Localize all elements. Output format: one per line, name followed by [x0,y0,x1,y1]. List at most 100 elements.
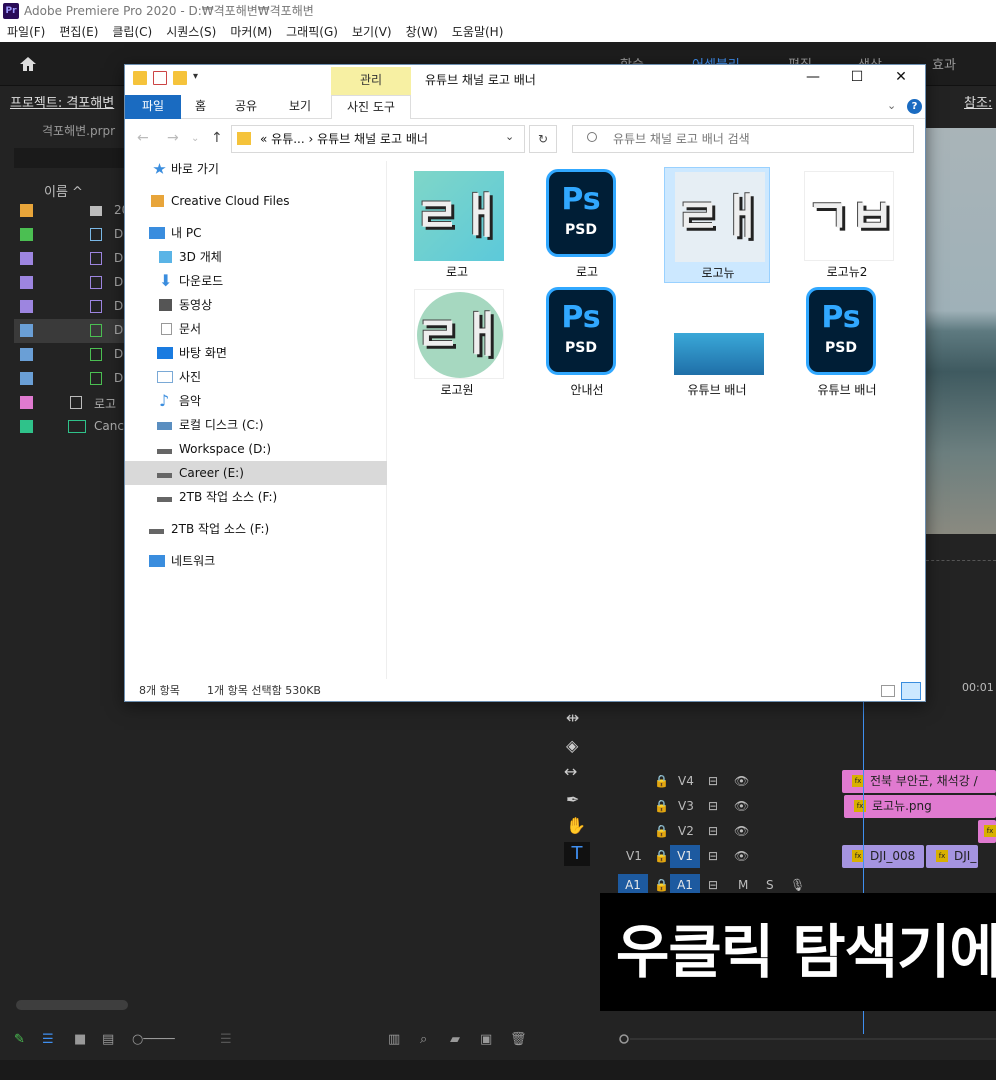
sync-lock-icon[interactable]: ⊟ [708,878,718,892]
menu-clip[interactable]: 클립(C) [105,22,159,42]
nav-item-documents[interactable]: 문서 [125,317,387,341]
nav-item-creative-cloud[interactable]: Creative Cloud Files [125,189,387,213]
microphone-icon[interactable]: 🎙 [790,878,805,892]
new-item-icon[interactable]: ▣ [480,1032,492,1047]
file-item[interactable]: Ps PSD 로고 [534,167,640,283]
large-icons-view-icon[interactable] [901,682,921,700]
reference-monitor-title[interactable]: 참조: [964,92,992,111]
hand-tool-icon[interactable]: ✋ [566,816,586,835]
nav-item-drive-f-root[interactable]: 2TB 작업 소스 (F:) [125,517,387,541]
razor-tool-icon[interactable]: ◈ [566,736,578,755]
help-icon[interactable]: ? [907,99,922,114]
recent-dropdown-icon[interactable]: ⌄ [191,133,199,144]
menu-sequence[interactable]: 시퀀스(S) [159,22,223,42]
zoom-slider[interactable]: ○──── [132,1032,175,1047]
chevron-down-icon[interactable]: ⌄ [887,99,896,112]
lock-icon[interactable]: 🔒 [654,799,669,813]
folder-icon[interactable] [133,71,147,85]
menu-window[interactable]: 창(W) [399,22,445,42]
track-v3[interactable]: 🔒 V3 ⊟ 👁 fx 로고뉴.png [604,794,996,819]
lock-icon[interactable]: 🔒 [654,774,669,788]
properties-icon[interactable] [153,71,167,85]
trash-icon[interactable]: 🗑 [510,1032,527,1047]
address-dropdown-icon[interactable]: ⌄ [505,130,514,143]
eye-icon[interactable]: 👁 [734,774,749,788]
menu-file[interactable]: 파일(F) [0,22,52,42]
nav-item-pictures[interactable]: 사진 [125,365,387,389]
menu-help[interactable]: 도움말(H) [445,22,511,42]
track-v1[interactable]: V1 🔒 V1 ⊟ 👁 fx DJI_008 fx DJI_ [604,844,996,869]
sort-icon[interactable]: ☰ [220,1032,232,1047]
icon-view-icon[interactable]: ■ [74,1032,86,1047]
minimize-button[interactable]: — [793,69,833,91]
sync-lock-icon[interactable]: ⊟ [708,799,718,813]
lock-icon[interactable]: 🔒 [654,878,669,892]
nav-item-drive-e[interactable]: Career (E:) [125,461,387,485]
up-arrow-icon[interactable]: ↑ [211,130,223,146]
menu-marker[interactable]: 마커(M) [223,22,279,42]
context-tab-manage[interactable]: 관리 [331,67,411,95]
ribbon-tab-view[interactable]: 보기 [289,95,311,119]
list-view-icon[interactable]: ☰ [42,1032,54,1047]
ripple-edit-tool-icon[interactable]: ⇹ [566,708,579,727]
timeline-clip[interactable]: fx DJI_008 [842,845,924,868]
workspace-tab-effects[interactable]: 효과 [932,54,956,73]
type-tool-icon[interactable]: T [564,842,590,866]
timeline-clip[interactable]: fx 전북 부안군, 채석강 / [842,770,996,793]
solo-button[interactable]: S [766,878,774,892]
track-v2[interactable]: 🔒 V2 ⊟ 👁 fx [604,819,996,844]
lock-icon[interactable]: 🔒 [654,824,669,838]
column-header-name[interactable]: 이름 ^ [44,181,83,200]
new-bin-icon[interactable]: ▰ [450,1032,460,1047]
ribbon-tab-file[interactable]: 파일 [125,95,181,119]
file-item[interactable]: Ps PSD 안내선 [534,285,640,401]
find-icon[interactable]: ⌕ [420,1032,427,1047]
forward-arrow-icon[interactable]: → [167,130,179,146]
details-view-icon[interactable] [881,685,895,697]
track-v4[interactable]: 🔒 V4 ⊟ 👁 fx 전북 부안군, 채석강 / [604,769,996,794]
automate-icon[interactable]: ▥ [388,1032,400,1047]
nav-item-quick-access[interactable]: 바로 가기 [125,157,387,181]
sync-lock-icon[interactable]: ⊟ [708,824,718,838]
menu-view[interactable]: 보기(V) [345,22,399,42]
nav-item-downloads[interactable]: ⬇ 다운로드 [125,269,387,293]
file-item[interactable]: 유튜브 배너 [664,285,770,401]
sync-lock-icon[interactable]: ⊟ [708,849,718,863]
eye-icon[interactable]: 👁 [734,824,749,838]
timeline-clip[interactable]: fx DJI_ [926,845,978,868]
back-arrow-icon[interactable]: ← [137,130,149,146]
pencil-icon[interactable]: ✎ [14,1032,25,1047]
maximize-button[interactable]: ☐ [837,69,877,91]
file-item[interactable]: ㄹㅐ 로고원 [404,285,510,401]
nav-item-this-pc[interactable]: 내 PC [125,221,387,245]
lock-icon[interactable]: 🔒 [654,849,669,863]
nav-item-drive-d[interactable]: Workspace (D:) [125,437,387,461]
eye-icon[interactable]: 👁 [734,849,749,863]
freeform-view-icon[interactable]: ▤ [102,1032,114,1047]
track-target-v1[interactable]: V1 [670,845,700,868]
pen-tool-icon[interactable]: ✒ [566,790,579,809]
nav-item-desktop[interactable]: 바탕 화면 [125,341,387,365]
timeline-scrollbar[interactable] [614,1032,996,1046]
mute-button[interactable]: M [738,878,748,892]
file-item[interactable]: ㄹㅐ 로고 [404,167,510,283]
menu-graphics[interactable]: 그래픽(G) [279,22,345,42]
ribbon-tab-picture-tools[interactable]: 사진 도구 [331,95,411,119]
source-patch-v1[interactable]: V1 [626,849,642,863]
file-item[interactable]: Ps PSD 유튜브 배너 [794,285,900,401]
address-bar[interactable]: « 유튜... › 유튜브 채널 로고 배너 [231,125,525,153]
project-panel-title[interactable]: 프로젝트: 격포해변 [10,92,114,111]
slip-tool-icon[interactable]: ↔ [564,762,577,781]
refresh-button[interactable]: ↻ [529,125,557,153]
new-folder-icon[interactable] [173,71,187,85]
ribbon-tab-home[interactable]: 홈 [195,95,206,119]
nav-item-videos[interactable]: 동영상 [125,293,387,317]
menu-edit[interactable]: 편집(E) [52,22,105,42]
project-scrollbar[interactable] [16,1000,128,1010]
nav-item-drive-c[interactable]: 로컬 디스크 (C:) [125,413,387,437]
home-icon[interactable] [18,54,38,74]
qat-dropdown-icon[interactable]: ▾ [193,71,198,85]
timeline-clip[interactable]: fx 로고뉴.png [844,795,996,818]
eye-icon[interactable]: 👁 [734,799,749,813]
nav-item-drive-f[interactable]: 2TB 작업 소스 (F:) [125,485,387,509]
